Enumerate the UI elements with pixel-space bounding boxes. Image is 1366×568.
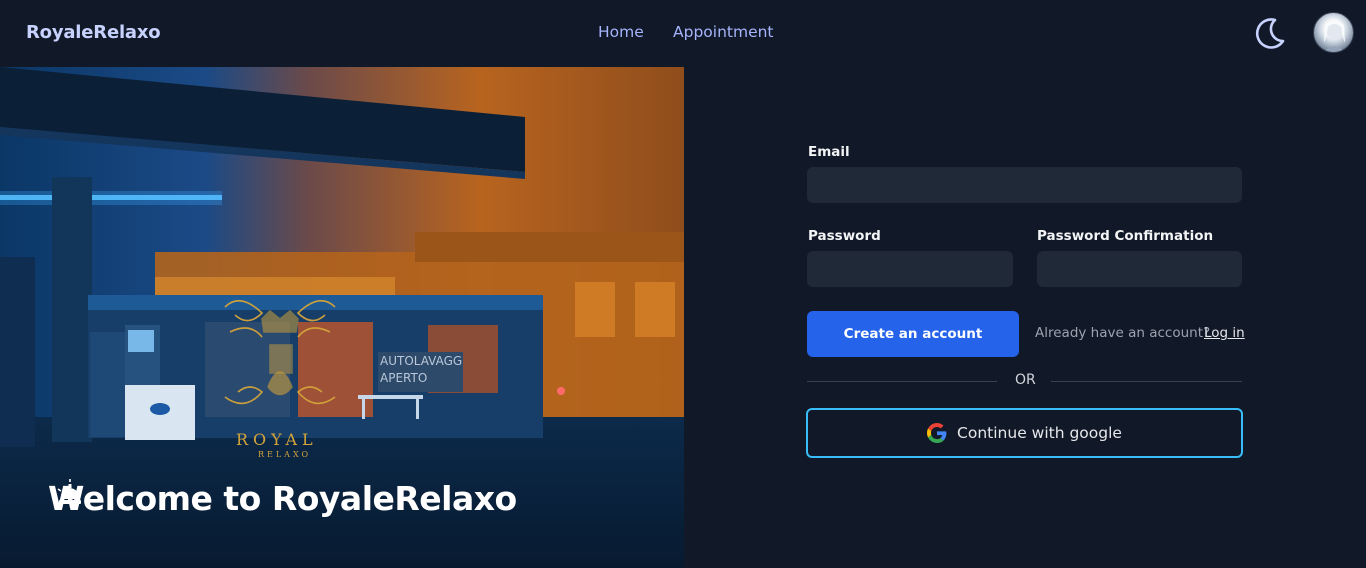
- user-avatar[interactable]: [1313, 12, 1354, 53]
- bellhop-bell-icon: [57, 479, 83, 504]
- google-icon: [927, 423, 947, 443]
- signup-panel: [684, 67, 1366, 568]
- email-input[interactable]: [807, 167, 1242, 203]
- divider-left: [807, 381, 997, 382]
- hero-image: AUTOLAVAGG APERTO ROYAL RELAXO Welcome t…: [0, 67, 684, 568]
- create-account-button[interactable]: Create an account: [807, 311, 1019, 357]
- nav-appointment-link[interactable]: Appointment: [673, 23, 774, 41]
- brand-logo[interactable]: RoyaleRelaxo: [26, 22, 161, 43]
- moon-icon[interactable]: [1251, 15, 1287, 51]
- or-separator: OR: [1015, 372, 1036, 388]
- svg-text:APERTO: APERTO: [380, 371, 427, 385]
- email-label: Email: [808, 144, 850, 160]
- divider-right: [1051, 381, 1242, 382]
- already-have-account-text: Already have an account?: [1035, 325, 1211, 341]
- password-confirmation-label: Password Confirmation: [1037, 228, 1214, 244]
- car-wash-sign: AUTOLAVAGG: [380, 354, 462, 368]
- welcome-heading: Welcome to RoyaleRelaxo: [48, 479, 517, 518]
- nav-home-link[interactable]: Home: [598, 23, 644, 41]
- navbar: RoyaleRelaxo Home Appointment: [0, 0, 1366, 67]
- svg-text:RELAXO: RELAXO: [258, 450, 311, 459]
- google-button-label: Continue with google: [957, 424, 1122, 442]
- continue-with-google-button[interactable]: Continue with google: [806, 408, 1243, 458]
- password-label: Password: [808, 228, 881, 244]
- password-input[interactable]: [807, 251, 1013, 287]
- password-confirmation-input[interactable]: [1037, 251, 1242, 287]
- svg-text:ROYAL: ROYAL: [236, 430, 318, 449]
- login-link[interactable]: Log in: [1204, 325, 1245, 341]
